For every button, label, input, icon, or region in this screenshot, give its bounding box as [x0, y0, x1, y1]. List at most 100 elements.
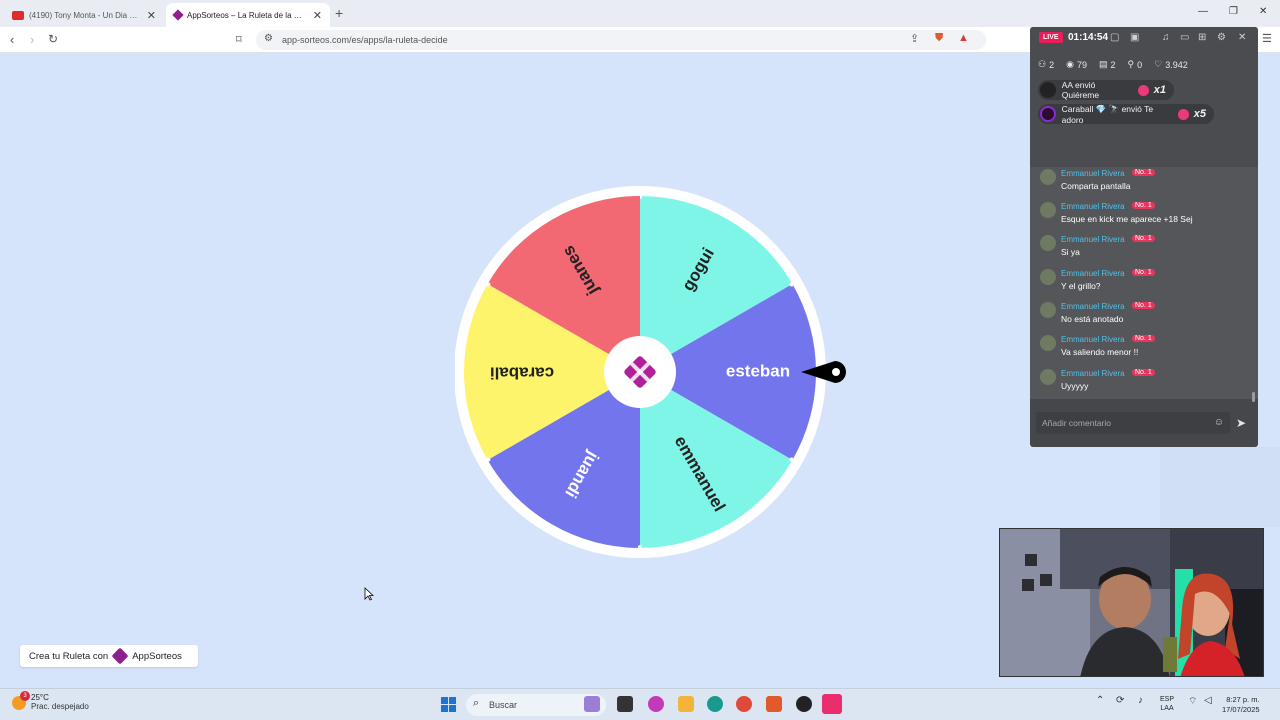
- tab-appsorteos[interactable]: AppSorteos – La Ruleta de la Suerte ✕: [166, 3, 330, 27]
- new-tab-button[interactable]: +: [335, 5, 343, 21]
- roulette-wheel[interactable]: gogui esteban emmanuel juandi carabali juanes: [455, 186, 855, 558]
- chrome-icon[interactable]: [736, 696, 752, 712]
- mouse-cursor-icon: [364, 587, 374, 601]
- weather-temperature: 25°C: [31, 693, 49, 702]
- search-label: Buscar: [489, 700, 518, 710]
- share-icon[interactable]: ⇪: [910, 32, 919, 45]
- edge-icon[interactable]: [707, 696, 723, 712]
- wifi-icon[interactable]: ⌔: [1188, 695, 1197, 708]
- taskbar: 3 25°C Prac. despejado ⌕ Buscar ⌃ ⟳ ♪ ES…: [0, 688, 1280, 720]
- site-info-icon[interactable]: ⚙: [264, 33, 273, 44]
- maximize-button[interactable]: ❐: [1229, 6, 1238, 17]
- file-explorer-icon[interactable]: [678, 696, 694, 712]
- comment-box[interactable]: ☺: [1036, 412, 1230, 434]
- comment-input[interactable]: [1042, 416, 1202, 430]
- gift-sticker-icon: [1178, 108, 1189, 120]
- rank-badge: No. 1: [1132, 169, 1155, 176]
- avatar: [1040, 202, 1056, 218]
- notification-badge: 3: [20, 691, 30, 701]
- rank-badge: No. 1: [1132, 202, 1155, 209]
- music-icon[interactable]: ♫: [1162, 32, 1170, 43]
- webcam-image: [1000, 529, 1263, 676]
- back-icon[interactable]: ‹: [10, 32, 14, 47]
- copilot-icon[interactable]: [648, 696, 664, 712]
- rank-badge: No. 1: [1132, 369, 1155, 376]
- obs-icon[interactable]: [796, 696, 812, 712]
- avatar: [1040, 369, 1056, 385]
- sync-icon[interactable]: ⟳: [1116, 695, 1124, 706]
- window-icon[interactable]: ▭: [1180, 32, 1189, 43]
- language-indicator[interactable]: ESP LAA: [1160, 695, 1174, 713]
- avatar: [1040, 302, 1056, 318]
- forward-icon[interactable]: ›: [30, 32, 34, 47]
- gift-sticker-icon: [1137, 84, 1149, 96]
- avatar: [1040, 82, 1056, 98]
- tab-bar: (4190) Tony Monta - Un Dia En Mi Br ✕ Ap…: [0, 0, 1280, 27]
- minimize-button[interactable]: —: [1198, 6, 1208, 17]
- live-header: LIVE 01:14:54 ▢ ▣ ♫ ▭ ⊞ ⚙ ✕ ⚇ 2 ◉ 79 ▤ 2 ⚲ 0…: [1030, 27, 1258, 167]
- tab-title: AppSorteos – La Ruleta de la Suerte: [187, 10, 307, 20]
- avatar: [1040, 269, 1056, 285]
- gift-box-icon: ▤: [1098, 59, 1108, 69]
- screen-icon[interactable]: ▣: [1130, 32, 1139, 43]
- reload-icon[interactable]: ↻: [48, 32, 58, 46]
- clock[interactable]: 8:27 p. m. 17/07/2025: [1222, 695, 1260, 715]
- gift-icon[interactable]: ⊞: [1198, 32, 1206, 43]
- layout-icon[interactable]: ▢: [1110, 32, 1119, 43]
- close-tab-icon[interactable]: ✕: [313, 9, 322, 22]
- views-stat: ◉ 79: [1066, 59, 1087, 70]
- appsorteos-icon: [172, 9, 184, 21]
- rank-badge: No. 1: [1132, 269, 1155, 276]
- live-timer: 01:14:54: [1068, 32, 1109, 43]
- microphone-icon[interactable]: ♪: [1138, 695, 1143, 706]
- wheel-peg: [486, 282, 491, 287]
- menu-icon[interactable]: ☰: [1262, 32, 1272, 45]
- settings-icon[interactable]: ⚙: [1217, 32, 1226, 43]
- weather-widget[interactable]: 3 25°C Prac. despejado: [12, 691, 89, 711]
- wheel-peg: [789, 457, 794, 462]
- weather-description: Prac. despejado: [31, 702, 89, 711]
- brave-rewards-icon[interactable]: ▲: [958, 32, 969, 44]
- close-panel-icon[interactable]: ✕: [1238, 32, 1246, 43]
- overlay-shadow: [1160, 447, 1280, 527]
- bookmark-icon[interactable]: ⌑: [236, 33, 242, 46]
- chat-list[interactable]: Emmanuel Rivera No. 1 Comparta pantalla …: [1030, 167, 1258, 402]
- appsorteos-logo-icon: [111, 647, 129, 665]
- chat-scrollbar[interactable]: [1252, 392, 1255, 402]
- avatar: [1040, 106, 1056, 122]
- create-roulette-button[interactable]: Crea tu Ruleta con AppSorteos: [20, 645, 198, 667]
- create-label: Crea tu Ruleta con: [29, 650, 109, 662]
- rank-badge: No. 1: [1132, 302, 1155, 309]
- wheel-graphic[interactable]: goguiestebanemmanueljuandicarabalijuanes: [455, 186, 855, 558]
- volume-icon[interactable]: ◁: [1204, 695, 1212, 706]
- url-text[interactable]: app-sorteos.com/es/apps/la-ruleta-decide: [282, 35, 448, 45]
- live-stats: ⚇ 2 ◉ 79 ▤ 2 ⚲ 0 ♡ 3.942: [1038, 59, 1188, 70]
- gifts-stat: ▤ 2: [1098, 59, 1116, 70]
- share-icon: ⚲: [1127, 59, 1135, 69]
- live-stream-panel: LIVE 01:14:54 ▢ ▣ ♫ ▭ ⊞ ⚙ ✕ ⚇ 2 ◉ 79 ▤ 2 ⚲ 0…: [1030, 27, 1258, 447]
- gift-notification: Caraball 💎 🔭 envió Te adoro x5: [1038, 104, 1214, 125]
- brand-name: AppSorteos: [132, 650, 182, 662]
- search-icon: ⌕: [473, 697, 480, 709]
- url-field[interactable]: ⚙ app-sorteos.com/es/apps/la-ruleta-deci…: [256, 30, 986, 50]
- close-window-button[interactable]: ✕: [1259, 6, 1267, 17]
- youtube-icon: [12, 10, 24, 20]
- task-view-icon[interactable]: [617, 696, 633, 712]
- rank-badge: No. 1: [1132, 335, 1155, 342]
- webcam-feed: [999, 528, 1264, 677]
- close-tab-icon[interactable]: ✕: [147, 9, 156, 22]
- avatar: [1040, 335, 1056, 351]
- tiktok-live-icon[interactable]: [822, 694, 842, 714]
- tab-youtube[interactable]: (4190) Tony Monta - Un Dia En Mi Br ✕: [4, 3, 164, 27]
- rank-badge: No. 1: [1132, 235, 1155, 242]
- emoji-icon[interactable]: ☺: [1214, 417, 1224, 428]
- shares-stat: ⚲ 0: [1127, 59, 1143, 70]
- show-hidden-icons[interactable]: ⌃: [1096, 695, 1104, 706]
- brave-icon[interactable]: [766, 696, 782, 712]
- heart-icon: ♡: [1154, 59, 1163, 69]
- sun-icon: 3: [12, 691, 30, 710]
- brave-shield-icon[interactable]: ⛊: [935, 32, 943, 45]
- search-highlight-icon[interactable]: [584, 696, 600, 712]
- send-icon[interactable]: ➤: [1236, 416, 1246, 430]
- start-button[interactable]: [441, 697, 456, 712]
